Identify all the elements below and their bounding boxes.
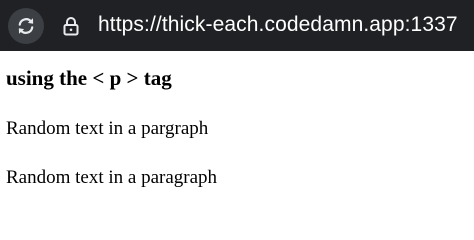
paragraph: Random text in a pargraph [6,118,209,139]
reload-icon [18,18,34,34]
page-heading: using the < p > tag [6,66,172,90]
browser-address-bar: https://thick-each.codedamn.app:1337 [0,0,474,51]
page-content: using the < p > tag Random text in a par… [0,51,474,203]
reload-button[interactable] [8,8,44,44]
url-text[interactable]: https://thick-each.codedamn.app:1337 [98,10,458,40]
lock-icon[interactable] [62,16,80,36]
paragraph: Random text in a paragraph [6,167,218,188]
